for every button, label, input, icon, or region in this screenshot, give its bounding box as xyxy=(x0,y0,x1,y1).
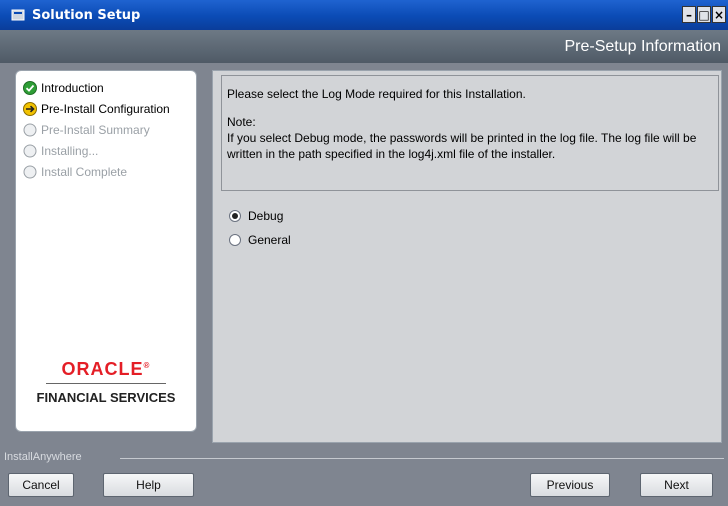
step-pre-install-summary: Pre-Install Summary xyxy=(23,119,196,140)
check-circle-icon xyxy=(23,80,37,95)
help-button[interactable]: Help xyxy=(103,473,194,497)
close-button[interactable]: × xyxy=(712,6,726,23)
oracle-financial-services-logo: ORACLE® FINANCIAL SERVICES xyxy=(16,359,196,405)
step-label: Introduction xyxy=(41,80,104,95)
next-button[interactable]: Next xyxy=(640,473,713,497)
window-titlebar: Solution Setup – □ × xyxy=(0,0,728,30)
note-text: If you select Debug mode, the passwords … xyxy=(227,131,697,161)
page-title: Pre-Setup Information xyxy=(564,38,721,55)
step-pre-install-configuration: Pre-Install Configuration xyxy=(23,98,196,119)
step-label: Installing... xyxy=(41,143,99,158)
app-icon xyxy=(10,7,26,23)
info-box: Please select the Log Mode required for … xyxy=(221,75,719,191)
intro-text: Please select the Log Mode required for … xyxy=(227,87,526,101)
cancel-button[interactable]: Cancel xyxy=(8,473,74,497)
header-band: Pre-Setup Information xyxy=(0,30,728,63)
steps-panel: Introduction Pre-Install Configuration P… xyxy=(15,70,197,432)
pending-circle-icon xyxy=(23,165,37,178)
radio-button-general[interactable] xyxy=(229,234,241,246)
window-title: Solution Setup xyxy=(32,7,141,23)
step-label: Pre-Install Summary xyxy=(41,122,150,137)
radio-button-debug[interactable] xyxy=(229,210,241,222)
pending-circle-icon xyxy=(23,123,37,136)
logo-divider xyxy=(46,383,166,384)
step-installing: Installing... xyxy=(23,140,196,161)
arrow-circle-icon xyxy=(23,101,37,116)
previous-button[interactable]: Previous xyxy=(530,473,610,497)
maximize-button[interactable]: □ xyxy=(697,6,711,23)
minimize-button[interactable]: – xyxy=(682,6,696,23)
footer-divider xyxy=(120,458,724,459)
step-introduction: Introduction xyxy=(23,77,196,98)
step-install-complete: Install Complete xyxy=(23,161,196,182)
main-content: Please select the Log Mode required for … xyxy=(212,70,722,443)
radio-label-debug: Debug xyxy=(248,209,284,223)
installanywhere-label: InstallAnywhere xyxy=(4,451,82,463)
financial-services-text: FINANCIAL SERVICES xyxy=(36,390,176,405)
registered-mark: ® xyxy=(143,361,151,370)
pending-circle-icon xyxy=(23,144,37,157)
note-label: Note: xyxy=(227,115,256,129)
oracle-logo-text: ORACLE xyxy=(61,359,144,379)
radio-option-general[interactable]: General xyxy=(229,233,291,247)
radio-option-debug[interactable]: Debug xyxy=(229,209,283,223)
radio-label-general: General xyxy=(248,233,291,247)
step-label: Install Complete xyxy=(41,164,128,179)
step-label: Pre-Install Configuration xyxy=(41,101,170,116)
